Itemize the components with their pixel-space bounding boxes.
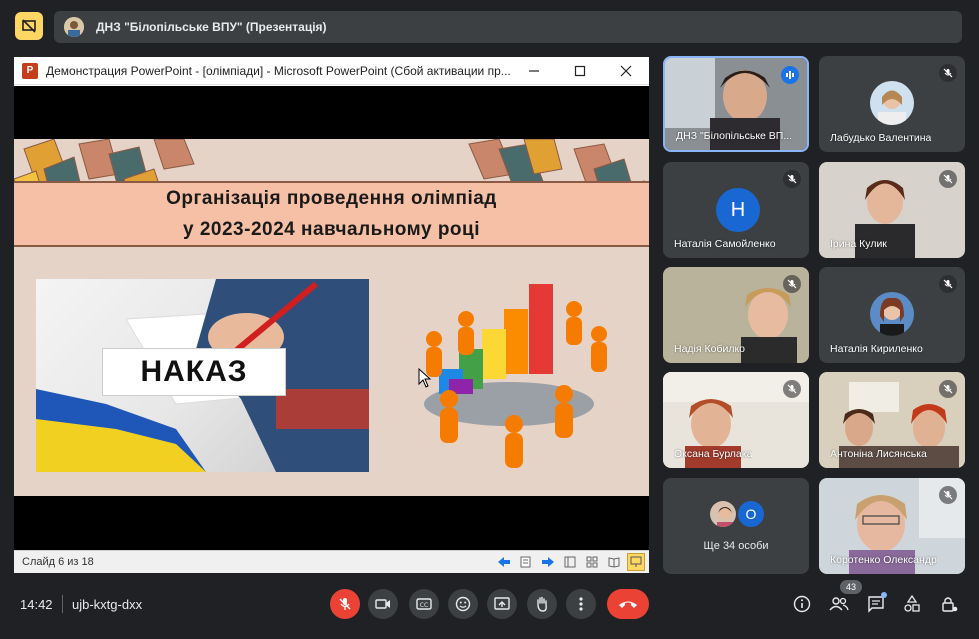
participant-tile[interactable]: Ірина Кулик [819, 162, 965, 258]
camera-toggle-button[interactable] [368, 589, 398, 619]
participant-tile[interactable]: Коротенко Олександр [819, 478, 965, 574]
more-vert-icon [579, 597, 583, 611]
slide-title: Організація проведення олімпіад у 2023-2… [14, 183, 649, 245]
meeting-code: ujb-kxtg-dxx [72, 597, 143, 612]
speaking-indicator-icon [781, 66, 799, 84]
slide-counter: Слайд 6 из 18 [22, 556, 94, 568]
participant-avatar [708, 499, 738, 529]
powerpoint-window: P Демонстрация PowerPoint - [олімпіади] … [14, 57, 649, 573]
participant-initial-avatar: Н [716, 188, 760, 232]
meeting-title-chip[interactable]: ДНЗ "Білопільське ВПУ" (Презентація) [54, 11, 962, 43]
slide-title-line-2: у 2023-2024 навчальному році [183, 219, 480, 240]
mic-off-icon [939, 380, 957, 398]
top-bar: ДНЗ "Білопільське ВПУ" (Презентація) [0, 0, 979, 52]
slideshow-view-icon[interactable] [627, 553, 645, 571]
info-icon [793, 595, 811, 613]
mic-off-icon [783, 275, 801, 293]
participant-tile[interactable]: Надія Кобилко [663, 267, 809, 363]
participant-name: Наталія Самойленко [674, 238, 776, 250]
present-screen-button[interactable] [487, 589, 517, 619]
lock-person-icon [942, 597, 958, 612]
powerpoint-icon: P [22, 62, 38, 79]
people-icon [829, 597, 849, 611]
captions-button[interactable]: CC [409, 589, 439, 619]
participant-name: ДНЗ "Білопільське ВП... [676, 130, 793, 142]
teamwork-illustration [424, 284, 607, 468]
mic-off-icon [939, 64, 957, 82]
separator [62, 595, 63, 613]
participant-name: Надія Кобилко [674, 343, 745, 355]
mic-off-icon [939, 275, 957, 293]
host-controls-button[interactable] [937, 592, 961, 616]
presenting-indicator-icon[interactable] [15, 12, 43, 40]
participant-name: Ірина Кулик [830, 238, 887, 250]
participant-name: Оксана Бурлака [674, 448, 753, 460]
slide-title-line-1: Організація проведення олімпіад [166, 188, 497, 209]
raise-hand-button[interactable] [527, 589, 557, 619]
order-stamp-label: НАКАЗ [102, 348, 286, 396]
smile-icon [455, 596, 471, 612]
activities-button[interactable] [900, 592, 924, 616]
slide: Організація проведення олімпіад у 2023-2… [14, 139, 649, 496]
mouse-cursor-icon [418, 368, 432, 388]
participant-name: Лабудько Валентина [830, 132, 932, 144]
more-options-button[interactable] [566, 589, 596, 619]
close-button[interactable] [603, 57, 649, 85]
present-icon [494, 597, 510, 610]
window-title: Демонстрация PowerPoint - [олімпіади] - … [46, 63, 511, 78]
mic-off-icon [939, 170, 957, 188]
slide-sorter-icon[interactable] [583, 553, 601, 571]
unread-dot [881, 592, 887, 598]
maximize-button[interactable] [557, 57, 603, 85]
participant-avatar [870, 292, 914, 336]
reactions-button[interactable] [448, 589, 478, 619]
meeting-details-button[interactable] [790, 592, 814, 616]
participant-tile[interactable]: Наталія Кириленко [819, 267, 965, 363]
slide-area: Організація проведення олімпіад у 2023-2… [14, 86, 649, 550]
order-photo: НАКАЗ [36, 279, 369, 472]
participant-tile[interactable]: Лабудько Валентина [819, 56, 965, 152]
chat-button[interactable] [864, 592, 888, 616]
participant-avatar [870, 81, 914, 125]
slide-menu-icon[interactable] [517, 553, 535, 571]
participant-tile[interactable]: Н Наталія Самойленко [663, 162, 809, 258]
captions-icon: CC [416, 598, 432, 610]
powerpoint-status-bar: Слайд 6 из 18 [14, 550, 649, 573]
people-button[interactable] [827, 592, 851, 616]
leave-call-button[interactable] [607, 589, 649, 619]
meeting-avatar [64, 17, 84, 37]
participant-name: Наталія Кириленко [830, 343, 923, 355]
mic-off-icon [339, 598, 351, 610]
activities-icon [904, 595, 920, 612]
participant-tile[interactable]: Оксана Бурлака [663, 372, 809, 468]
others-initial-avatar: О [736, 499, 766, 529]
participant-tile[interactable]: ДНЗ "Білопільське ВП... [663, 56, 809, 152]
powerpoint-titlebar: P Демонстрация PowerPoint - [олімпіади] … [14, 57, 649, 85]
next-slide-icon[interactable] [539, 553, 557, 571]
status-bar-controls [495, 553, 645, 571]
mic-off-icon [783, 170, 801, 188]
camera-icon [375, 599, 390, 609]
others-count-label: Ще 34 особи [703, 540, 769, 552]
clock: 14:42 [20, 597, 53, 612]
reading-view-icon[interactable] [605, 553, 623, 571]
previous-slide-icon[interactable] [495, 553, 513, 571]
window-controls [511, 57, 649, 85]
minimize-button[interactable] [511, 57, 557, 85]
others-tile[interactable]: О Ще 34 особи [663, 478, 809, 574]
participant-tile[interactable]: Антоніна Лисянська [819, 372, 965, 468]
bottom-control-bar: 14:42 ujb-kxtg-dxx CC 43 [0, 580, 979, 639]
mic-off-icon [939, 486, 957, 504]
svg-text:CC: CC [420, 602, 428, 609]
hand-icon [537, 596, 547, 612]
phone-hangup-icon [619, 601, 637, 608]
participant-name: Коротенко Олександр [830, 554, 937, 566]
microphone-toggle-button[interactable] [330, 589, 360, 619]
participant-name: Антоніна Лисянська [830, 448, 927, 460]
normal-view-icon[interactable] [561, 553, 579, 571]
mic-off-icon [783, 380, 801, 398]
meeting-title: ДНЗ "Білопільське ВПУ" (Презентація) [96, 20, 327, 34]
